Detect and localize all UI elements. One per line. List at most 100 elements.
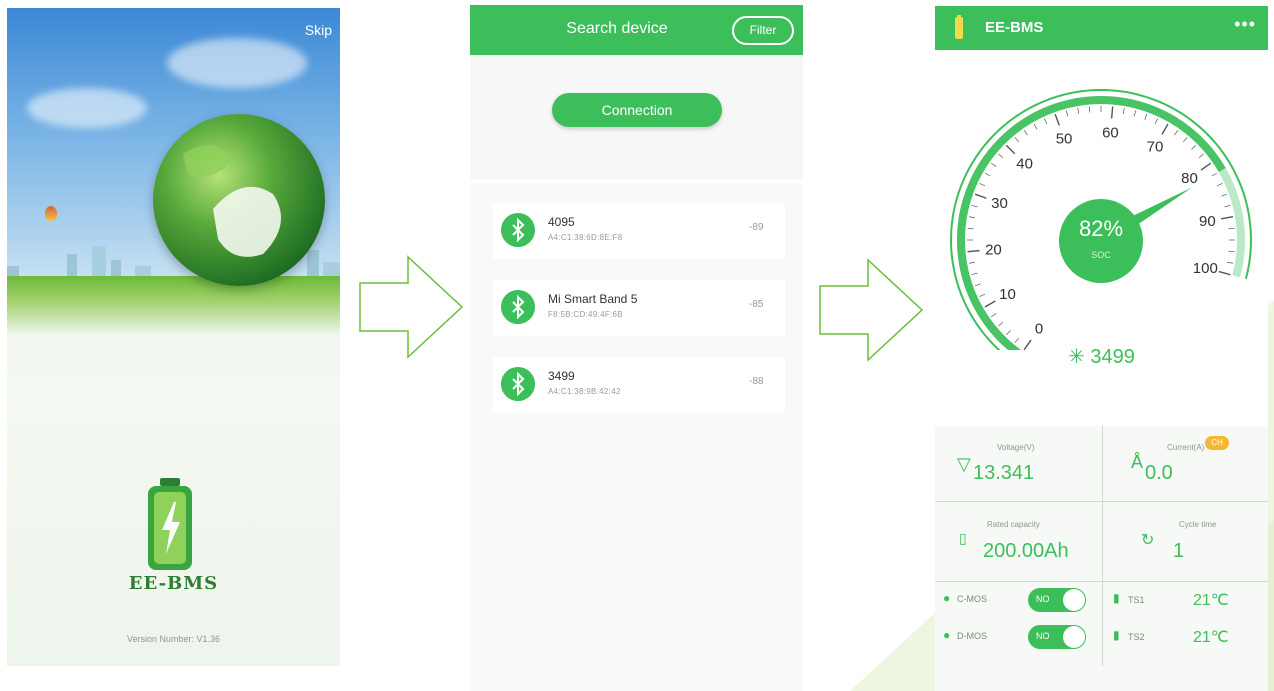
gauge-tick-label: 100 xyxy=(1193,260,1218,277)
dashboard-screen: EE-BMS ••• 0 10 20 30 40 50 60 70 80 90 100 82% SO… xyxy=(935,6,1268,691)
filter-button[interactable]: Filter xyxy=(732,16,794,45)
gauge-tick xyxy=(1228,250,1235,253)
cycle-label: Cycle time xyxy=(1179,520,1217,529)
green-globe-illustration xyxy=(153,114,325,286)
gauge-tick xyxy=(1006,330,1011,335)
arrow-right-icon xyxy=(819,258,924,362)
gauge-tick xyxy=(1161,123,1169,135)
cycle-value: 1 xyxy=(1173,540,1185,562)
gauge-tick-label: 30 xyxy=(991,195,1008,212)
gauge-tick xyxy=(1216,183,1223,187)
cycle-icon: ↻ xyxy=(1141,532,1155,549)
soc-value: 82% xyxy=(1078,216,1124,241)
gauge-tick-label: 80 xyxy=(1181,170,1198,187)
gauge-tick-label: 0 xyxy=(1035,320,1043,337)
device-item[interactable]: 4095 A4:C1:38:6D:8E:F8 -89 xyxy=(493,203,785,259)
gauge-tick xyxy=(1198,153,1204,158)
thermometer-icon: ▮ xyxy=(1113,591,1120,605)
gauge-tick xyxy=(984,300,996,308)
divider xyxy=(1102,426,1103,666)
arrow-right-icon xyxy=(359,255,464,359)
gauge-tick xyxy=(1110,106,1114,119)
gauge-tick-label: 50 xyxy=(1056,131,1073,148)
device-list: 4095 A4:C1:38:6D:8E:F8 -89 Mi Smart Band… xyxy=(470,183,803,691)
device-name: Mi Smart Band 5 xyxy=(548,292,638,306)
device-item[interactable]: Mi Smart Band 5 F8:5B:CD:49:4F:6B -85 xyxy=(493,280,785,336)
current-icon: Å xyxy=(1131,452,1144,472)
splash-screen: Skip EE-BMS Version Number: V1.36 xyxy=(7,8,340,666)
search-device-screen: Search device Filter Connection 4095 A4:… xyxy=(470,5,803,691)
gauge-tick xyxy=(1088,106,1091,113)
ts1-value: 21℃ xyxy=(1193,592,1229,609)
divider xyxy=(935,501,1268,502)
gauge-tick xyxy=(979,293,986,297)
device-mac: A4:C1:38:6D:8E:F8 xyxy=(548,233,623,242)
gauge-tick xyxy=(971,204,978,208)
capacity-value: 200.00Ah xyxy=(983,540,1069,562)
divider xyxy=(935,581,1268,582)
device-rssi: -85 xyxy=(749,299,764,310)
device-rssi: -89 xyxy=(749,222,764,233)
gauge-tick xyxy=(1221,216,1234,220)
gauge-tick xyxy=(1033,123,1038,130)
cmos-toggle[interactable]: NO xyxy=(1028,588,1086,612)
more-options-icon[interactable]: ••• xyxy=(1234,14,1256,35)
cmos-bulb-icon: ● xyxy=(943,591,951,605)
gauge-tick xyxy=(1054,113,1060,126)
gauge-tick xyxy=(967,227,974,230)
device-item[interactable]: 3499 A4:C1:38:9B:42:42 -88 xyxy=(493,357,785,413)
battery-logo-icon xyxy=(148,478,192,570)
gauge-tick xyxy=(998,153,1004,158)
gauge-tick xyxy=(1154,118,1158,125)
gauge-tick xyxy=(1191,145,1196,150)
gauge-tick xyxy=(1174,130,1179,136)
gauge-tick xyxy=(1133,110,1137,117)
device-mac: A4:C1:38:9B:42:42 xyxy=(548,387,621,396)
connection-button[interactable]: Connection xyxy=(552,93,722,127)
gauge-tick xyxy=(968,261,976,264)
bluetooth-icon xyxy=(501,367,535,401)
cloud xyxy=(167,38,307,88)
voltage-label: Voltage(V) xyxy=(997,443,1035,452)
bluetooth-icon xyxy=(501,213,535,247)
gauge-tick xyxy=(1218,270,1231,276)
toggle-knob xyxy=(1063,626,1085,648)
gauge-tick xyxy=(984,172,991,177)
gauge-tick xyxy=(998,322,1004,327)
ts1-label: TS1 xyxy=(1128,595,1145,605)
device-mac: F8:5B:CD:49:4F:6B xyxy=(548,310,623,319)
battery-app-icon xyxy=(955,15,963,39)
dmos-toggle[interactable]: NO xyxy=(1028,625,1086,649)
ts2-label: TS2 xyxy=(1128,632,1145,642)
gauge-tick xyxy=(1211,172,1218,177)
gauge-tick xyxy=(974,283,981,287)
gauge-tick-label: 40 xyxy=(1016,156,1033,173)
gauge-tick-label: 90 xyxy=(1199,213,1216,230)
gauge-tick-label: 20 xyxy=(985,241,1002,258)
device-name: 3499 xyxy=(548,369,575,383)
ts2-value: 21℃ xyxy=(1193,629,1229,646)
gauge-tick-label: 10 xyxy=(999,286,1016,303)
soc-label: SOC xyxy=(1091,250,1111,260)
gauge-tick xyxy=(968,216,976,219)
gauge-tick xyxy=(1224,204,1231,208)
gauge-tick xyxy=(1077,107,1080,115)
cmos-state: NO xyxy=(1036,594,1050,604)
dmos-bulb-icon: ● xyxy=(943,628,951,642)
gauge-tick xyxy=(979,183,986,187)
thermometer-icon: ▮ xyxy=(1113,628,1120,642)
dmos-state: NO xyxy=(1036,631,1050,641)
capacity-label: Rated capacity xyxy=(987,520,1040,529)
skip-button[interactable]: Skip xyxy=(305,22,332,38)
gauge-tick-label: 60 xyxy=(1102,124,1119,141)
gauge-tick xyxy=(1014,337,1019,343)
version-number: Version Number: V1.36 xyxy=(126,634,221,644)
gauge-tick xyxy=(991,162,997,167)
cloud xyxy=(27,88,147,128)
current-value: 0.0 xyxy=(1145,462,1173,484)
hot-air-balloon-icon xyxy=(45,206,57,221)
gauge-tick xyxy=(1044,118,1048,125)
charging-badge: CH xyxy=(1205,436,1229,450)
gauge-tick xyxy=(1226,261,1234,264)
gauge-tick xyxy=(1228,227,1235,230)
